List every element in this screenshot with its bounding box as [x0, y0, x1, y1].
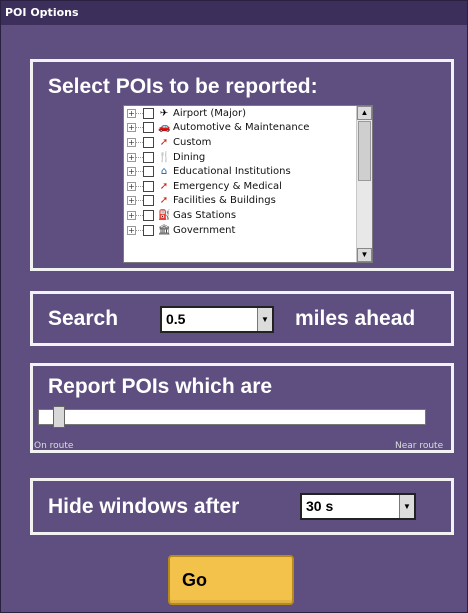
tree-item-label: Automotive & Maintenance [173, 122, 310, 134]
tree-item[interactable]: + ⛽ Gas Stations [124, 208, 356, 223]
poi-checkbox[interactable] [143, 209, 154, 221]
slider-max-label: Near route [395, 441, 444, 451]
airplane-icon: ✈ [159, 107, 169, 119]
tree-item[interactable]: + ➚ Emergency & Medical [124, 179, 356, 194]
tree-item[interactable]: + ✈ Airport (Major) [124, 106, 356, 121]
poi-category-list: + ✈ Airport (Major) + 🚗 Automotive & Maintena… [124, 106, 356, 237]
poi-options-window: POI Options Select POIs to be reported: … [0, 0, 468, 613]
car-icon: 🚗 [158, 122, 171, 134]
chevron-down-icon[interactable]: ▼ [399, 495, 414, 518]
expand-icon[interactable]: + [127, 225, 136, 235]
tree-connector [136, 185, 143, 187]
tree-item[interactable]: + ⌂ Educational Institutions [124, 164, 356, 179]
poi-checkbox[interactable] [143, 195, 154, 207]
poi-checkbox[interactable] [143, 166, 154, 178]
pin-icon: ➚ [159, 195, 169, 207]
tree-connector [136, 127, 143, 129]
scroll-down-button[interactable]: ▼ [357, 248, 372, 262]
route-proximity-slider-track[interactable] [38, 409, 426, 425]
tree-connector [136, 229, 143, 231]
tree-connector [136, 171, 143, 173]
tree-connector [136, 141, 143, 143]
building-icon: 🏛 [158, 224, 171, 236]
tree-item[interactable]: + ➚ Custom [124, 135, 356, 150]
scroll-up-button[interactable]: ▲ [357, 106, 372, 120]
search-distance-value: 0.5 [166, 311, 186, 327]
expand-icon[interactable]: + [127, 196, 136, 206]
poi-checkbox[interactable] [143, 224, 154, 236]
expand-icon[interactable]: + [127, 137, 136, 147]
route-proximity-slider-thumb[interactable] [53, 406, 65, 428]
tree-item-label: Custom [173, 136, 212, 148]
search-label: Search [48, 307, 119, 330]
tree-item-label: Gas Stations [173, 209, 237, 221]
gas-pump-icon: ⛽ [158, 209, 171, 221]
hide-windows-label: Hide windows after [48, 495, 240, 518]
poi-checkbox[interactable] [143, 107, 154, 119]
go-button[interactable]: Go [168, 555, 294, 605]
tree-item-label: Government [173, 224, 236, 236]
tree-item-label: Airport (Major) [173, 107, 246, 119]
expand-icon[interactable]: + [127, 123, 136, 133]
expand-icon[interactable]: + [127, 210, 136, 220]
hide-after-select[interactable]: 30 s ▼ [300, 493, 416, 520]
select-pois-title: Select POIs to be reported: [48, 75, 318, 98]
poi-checkbox[interactable] [143, 122, 154, 134]
tree-item-label: Facilities & Buildings [173, 195, 276, 207]
tree-connector [136, 214, 143, 216]
tree-item[interactable]: + 🏛 Government [124, 223, 356, 238]
poi-category-tree[interactable]: + ✈ Airport (Major) + 🚗 Automotive & Maintena… [123, 105, 373, 263]
hide-after-value: 30 s [306, 498, 334, 514]
pin-icon: ➚ [159, 180, 169, 192]
pin-icon: ➚ [159, 136, 169, 148]
search-suffix: miles ahead [295, 307, 416, 330]
expand-icon[interactable]: + [127, 152, 136, 162]
tree-item-label: Educational Institutions [173, 166, 291, 178]
chevron-down-icon[interactable]: ▼ [257, 308, 272, 331]
tree-item[interactable]: + 🍴 Dining [124, 150, 356, 165]
poi-checkbox[interactable] [143, 151, 154, 163]
scroll-thumb[interactable] [358, 121, 371, 181]
tree-connector [136, 156, 143, 158]
tree-item-label: Emergency & Medical [173, 180, 282, 192]
tree-connector [136, 112, 143, 114]
expand-icon[interactable]: + [127, 181, 136, 191]
school-icon: ⌂ [160, 166, 168, 178]
tree-scrollbar[interactable]: ▲ ▼ [356, 106, 372, 262]
search-distance-select[interactable]: 0.5 ▼ [160, 306, 274, 333]
poi-checkbox[interactable] [143, 180, 154, 192]
tree-item[interactable]: + 🚗 Automotive & Maintenance [124, 121, 356, 136]
tree-item[interactable]: + ➚ Facilities & Buildings [124, 194, 356, 209]
slider-min-label: On route [34, 441, 74, 451]
poi-checkbox[interactable] [143, 136, 154, 148]
tree-item-label: Dining [173, 151, 206, 163]
tree-connector [136, 200, 143, 202]
expand-icon[interactable]: + [127, 167, 136, 177]
report-title: Report POIs which are [48, 375, 273, 398]
fork-knife-icon: 🍴 [158, 151, 171, 163]
window-title: POI Options [1, 1, 467, 25]
expand-icon[interactable]: + [127, 108, 136, 118]
